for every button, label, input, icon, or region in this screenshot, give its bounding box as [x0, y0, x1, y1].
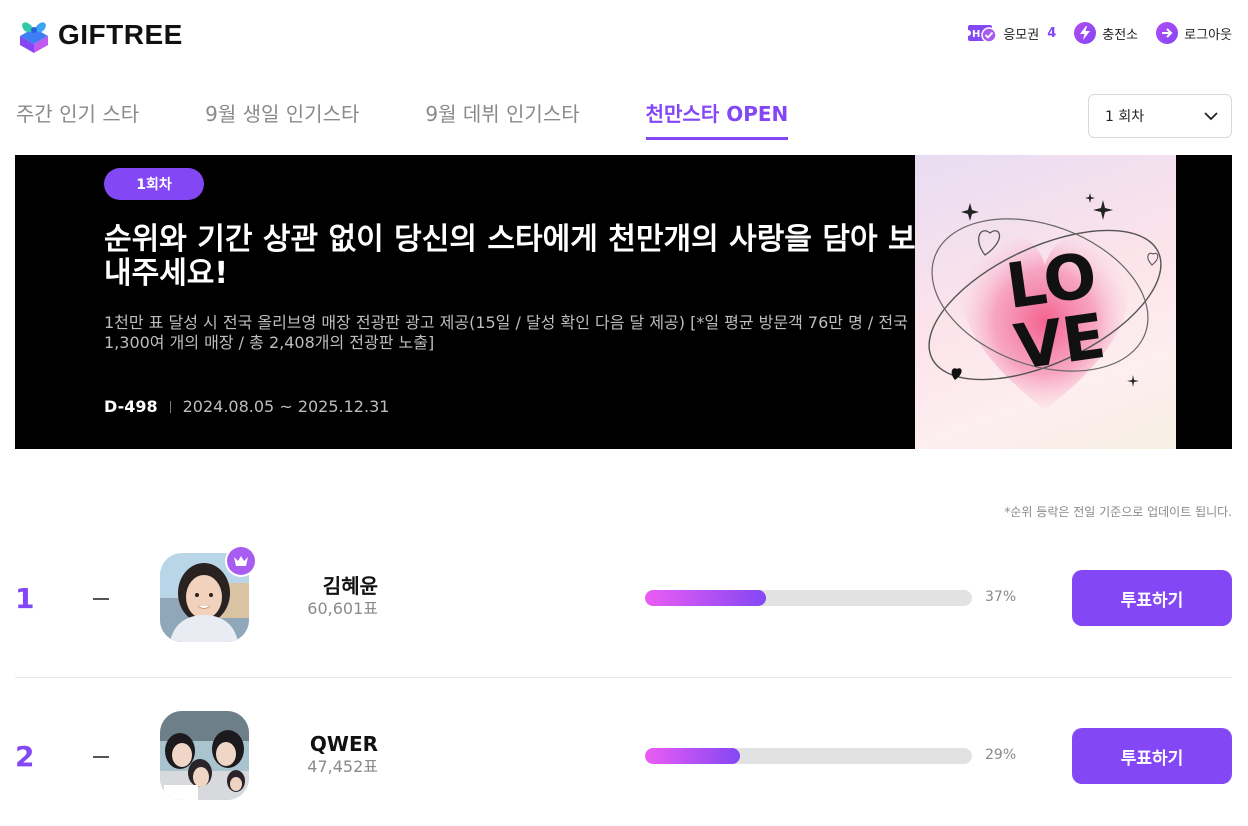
round-badge: 1회차 — [104, 168, 204, 200]
love-heart-illustration: LO VE — [928, 193, 1162, 410]
star-name: QWER — [309, 732, 378, 756]
star-avatar[interactable] — [160, 711, 249, 800]
d-day-counter: D-498 — [104, 397, 158, 416]
love-text-bottom: VE — [1010, 299, 1110, 384]
group-photo-image — [160, 711, 249, 800]
vote-progress-fill — [645, 590, 766, 606]
ranking-tabs: 주간 인기 스타 9월 생일 인기스타 9월 데뷔 인기스타 천만스타 OPEN — [16, 98, 789, 140]
rank-unchanged-icon — [93, 598, 109, 600]
rank-number: 2 — [15, 740, 35, 773]
tab-weekly-star[interactable]: 주간 인기 스타 — [16, 98, 139, 140]
vote-button[interactable]: 투표하기 — [1072, 728, 1232, 784]
vote-progress-bar — [645, 590, 972, 606]
svg-text:H: H — [972, 29, 980, 40]
period-dates: 2024.08.05 ~ 2025.12.31 — [182, 397, 390, 416]
ranking-row: 1 김혜윤 60,601표 37% 투표하기 — [15, 547, 1232, 678]
crown-icon — [227, 547, 255, 575]
logout-arrow-icon — [1156, 22, 1179, 44]
ticket-label: 응모권 — [1003, 27, 1040, 43]
banner-description: 1천만 표 달성 시 전국 올리브영 매장 전광판 광고 제공(15일 / 달성… — [104, 313, 908, 352]
logout-link[interactable]: 로그아웃 — [1156, 22, 1232, 44]
vote-count: 60,601표 — [307, 599, 378, 618]
tab-ten-million-star[interactable]: 천만스타 OPEN — [645, 98, 789, 140]
vote-progress-fill — [645, 748, 740, 764]
logo-mark-icon — [20, 22, 48, 53]
vote-count: 47,452표 — [307, 757, 378, 776]
love-artwork: LO VE — [915, 155, 1176, 449]
ticket-icon: H — [967, 25, 998, 43]
charge-label: 충전소 — [1102, 27, 1139, 43]
round-select[interactable]: 1 회차 — [1088, 94, 1232, 138]
rank-number: 1 — [15, 582, 35, 615]
vote-percentage: 29% — [985, 747, 1017, 763]
divider — [169, 400, 171, 413]
star-name: 김혜윤 — [322, 574, 378, 598]
logout-label: 로그아웃 — [1184, 27, 1232, 43]
ticket-link[interactable]: H 응모권 4 — [967, 22, 1056, 44]
rank-unchanged-icon — [93, 756, 109, 758]
chevron-down-icon — [1204, 112, 1218, 121]
ticket-count: 4 — [1047, 25, 1057, 41]
star-info: QWER 47,452표 — [285, 732, 378, 778]
utility-menu: H 응모권 4 충전소 로그아웃 — [967, 22, 1232, 44]
tab-september-birthday[interactable]: 9월 생일 인기스타 — [205, 98, 359, 140]
brand-name: GIFTREE — [58, 19, 183, 50]
vote-progress-bar — [645, 748, 972, 764]
star-info: 김혜윤 60,601표 — [285, 574, 378, 620]
ranking-notice: *순위 등락은 전일 기준으로 업데이트 됩니다. — [1004, 505, 1232, 519]
lightning-icon — [1074, 22, 1097, 44]
round-select-value: 1 회차 — [1105, 109, 1145, 125]
vote-percentage: 37% — [985, 589, 1017, 605]
charge-link[interactable]: 충전소 — [1074, 22, 1138, 44]
vote-button[interactable]: 투표하기 — [1072, 570, 1232, 626]
banner-title: 순위와 기간 상관 없이 당신의 스타에게 천만개의 사랑을 담아 보내주세요! — [104, 222, 916, 291]
event-period: D-498 2024.08.05 ~ 2025.12.31 — [104, 397, 389, 416]
ranking-row: 2 QWER 47,452표 29% 투표하기 — [15, 708, 1232, 804]
tab-september-debut[interactable]: 9월 데뷔 인기스타 — [425, 98, 579, 140]
event-banner: 1회차 순위와 기간 상관 없이 당신의 스타에게 천만개의 사랑을 담아 보내… — [15, 155, 1232, 449]
giftree-logo[interactable]: GIFTREE — [16, 16, 183, 54]
